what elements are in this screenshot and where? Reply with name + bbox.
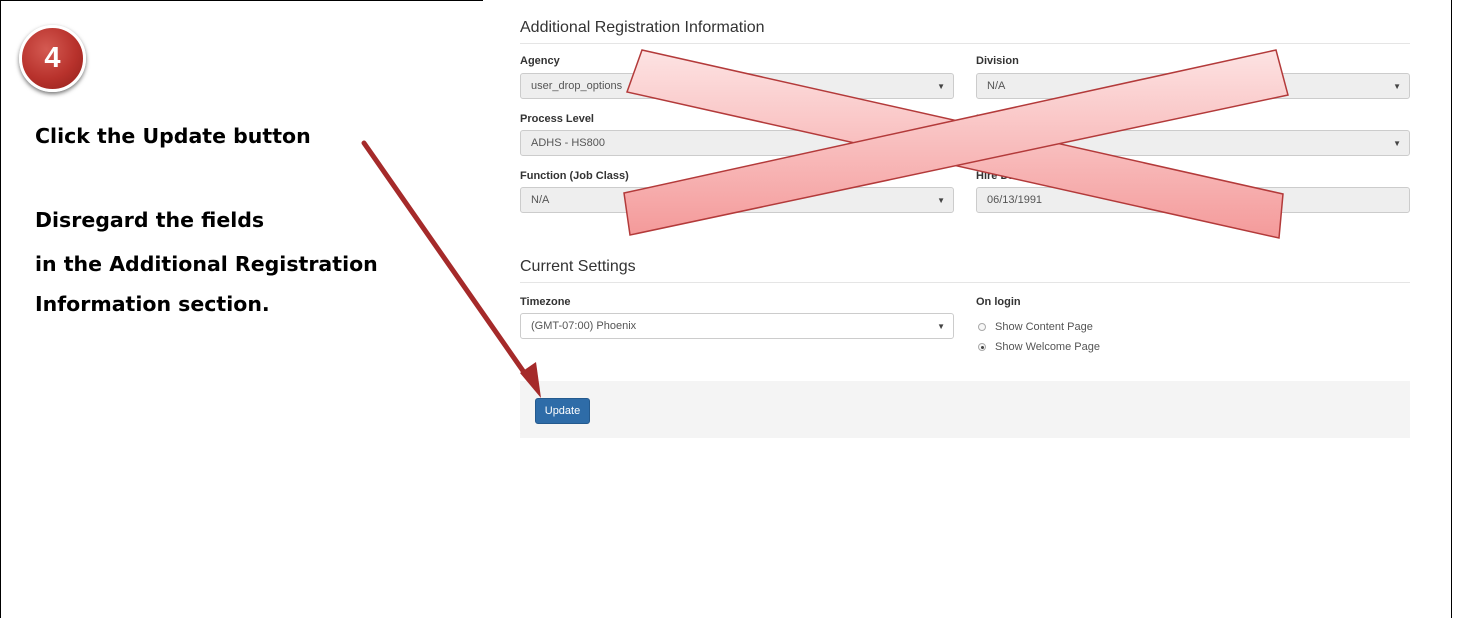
process-level-value: ADHS - HS800 (531, 137, 605, 149)
function-value: N/A (531, 194, 550, 206)
radio-show-welcome-page[interactable]: Show Welcome Page (978, 341, 1100, 353)
division-label: Division (976, 55, 1019, 67)
division-select[interactable]: N/A ▼ (976, 73, 1410, 99)
frame-right-line (1451, 0, 1452, 618)
instruction-disregard: Disregard the fields (35, 208, 265, 232)
instruction-click-update: Click the Update button (35, 124, 311, 148)
hire-date-label: Hire Date (976, 170, 1025, 182)
step-number-badge: 4 (19, 25, 86, 92)
division-value: N/A (987, 80, 1006, 92)
timezone-select[interactable]: (GMT-07:00) Phoenix ▼ (520, 313, 954, 339)
caret-down-icon: ▼ (937, 322, 945, 331)
instruction-information-section: Information section. (35, 292, 270, 316)
step-number: 4 (44, 42, 61, 74)
caret-down-icon: ▼ (937, 82, 945, 91)
department-select[interactable]: ▼ (976, 130, 1410, 156)
current-settings-heading: Current Settings (520, 258, 1410, 283)
timezone-label: Timezone (520, 296, 571, 308)
frame-left-line (0, 0, 1, 618)
hire-date-field[interactable]: 06/13/1991 (976, 187, 1410, 213)
caret-down-icon: ▼ (1393, 139, 1401, 148)
agency-label: Agency (520, 55, 560, 67)
on-login-label: On login (976, 296, 1021, 308)
pointer-arrow-icon (361, 140, 541, 398)
department-label: De (976, 113, 991, 125)
function-label: Function (Job Class) (520, 170, 629, 182)
agency-value: user_drop_options (531, 80, 623, 92)
function-select[interactable]: N/A ▼ (520, 187, 954, 213)
instruction-in-section: in the Additional Registration (35, 252, 378, 276)
process-level-label: Process Level (520, 113, 594, 125)
show-content-page-label: Show Content Page (995, 321, 1093, 333)
caret-down-icon: ▼ (937, 196, 945, 205)
caret-down-icon: ▼ (1393, 82, 1401, 91)
radio-show-content-page[interactable]: Show Content Page (978, 321, 1093, 333)
additional-registration-heading: Additional Registration Information (520, 19, 1410, 44)
show-welcome-page-label: Show Welcome Page (995, 341, 1100, 353)
frame-top-line (0, 0, 483, 1)
timezone-value: (GMT-07:00) Phoenix (531, 320, 637, 332)
form-footer (520, 381, 1410, 438)
radio-unchecked-icon[interactable] (978, 323, 986, 331)
update-button[interactable]: Update (535, 398, 590, 424)
hire-date-value: 06/13/1991 (987, 194, 1043, 206)
caret-down-icon: ▼ (937, 139, 945, 148)
radio-checked-icon[interactable] (978, 343, 986, 351)
agency-select[interactable]: user_drop_options ▼ (520, 73, 954, 99)
process-level-select[interactable]: ADHS - HS800 ▼ (520, 130, 954, 156)
update-button-label: Update (544, 405, 581, 417)
